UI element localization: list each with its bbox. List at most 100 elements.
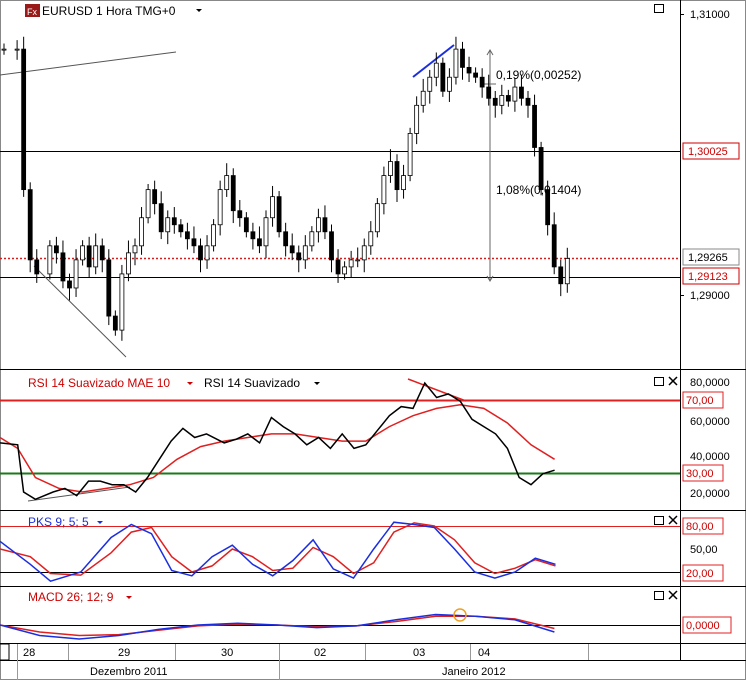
candle-body[interactable] xyxy=(525,97,531,106)
candle-body[interactable] xyxy=(302,245,308,261)
trendline-top-left[interactable] xyxy=(0,51,177,76)
chart-title[interactable]: EURUSD 1 Hora TMG+0 xyxy=(42,4,176,18)
candle-body[interactable] xyxy=(558,266,564,285)
chevron-down-icon[interactable] xyxy=(126,596,132,599)
candle-body[interactable] xyxy=(551,224,557,268)
maximize-icon[interactable] xyxy=(654,4,664,13)
candle-body[interactable] xyxy=(47,245,53,275)
candle-body[interactable] xyxy=(34,259,40,275)
candle-body[interactable] xyxy=(198,245,203,261)
candle-body[interactable] xyxy=(158,203,164,233)
candle-body[interactable] xyxy=(119,273,125,331)
rsi-title-2[interactable]: RSI 14 Suavizado xyxy=(204,376,300,390)
candle-body[interactable] xyxy=(368,231,374,247)
candle-body[interactable] xyxy=(466,66,472,74)
candle-body[interactable] xyxy=(126,252,131,275)
candle-body[interactable] xyxy=(309,231,315,247)
candle-body[interactable] xyxy=(519,86,524,99)
candle-body[interactable] xyxy=(473,72,479,78)
candle-body[interactable] xyxy=(283,231,289,247)
candle-body[interactable] xyxy=(505,95,511,102)
candle-body[interactable] xyxy=(211,224,217,247)
candle-body[interactable] xyxy=(348,259,354,268)
candle-body[interactable] xyxy=(184,231,190,240)
candle-body[interactable] xyxy=(73,259,79,289)
macd-title[interactable]: MACD 26; 12; 9 xyxy=(28,590,114,604)
candle-body[interactable] xyxy=(171,217,177,226)
candle-body[interactable] xyxy=(460,48,465,68)
candle-body[interactable] xyxy=(499,95,505,106)
candle-body[interactable] xyxy=(139,217,144,247)
candle-body[interactable] xyxy=(342,266,348,275)
chevron-down-icon[interactable] xyxy=(187,382,193,385)
rsi-trendline[interactable] xyxy=(27,486,131,502)
candle-body[interactable] xyxy=(427,76,433,92)
candle-body[interactable] xyxy=(106,259,112,317)
candle-body[interactable] xyxy=(289,245,295,254)
trendline-blue-divergence[interactable] xyxy=(412,44,455,78)
candle-body[interactable] xyxy=(479,76,485,88)
pks-title[interactable]: PKS 9; 5; 5 xyxy=(28,515,89,529)
candle-body[interactable] xyxy=(270,196,275,219)
candle-body[interactable] xyxy=(178,224,184,233)
candle-body[interactable] xyxy=(21,48,27,191)
candle-body[interactable] xyxy=(512,86,518,102)
maximize-icon[interactable] xyxy=(654,377,664,386)
candle-body[interactable] xyxy=(60,252,66,282)
candle-body[interactable] xyxy=(54,245,59,254)
candle-body[interactable] xyxy=(165,217,171,233)
candle-body[interactable] xyxy=(237,210,243,219)
maximize-icon[interactable] xyxy=(654,516,664,525)
candle-body[interactable] xyxy=(112,315,118,331)
candle-body[interactable] xyxy=(401,175,406,191)
candle-body[interactable] xyxy=(230,175,236,212)
rsi-title[interactable]: RSI 14 Suavizado MAE 10 xyxy=(28,376,170,390)
candle-body[interactable] xyxy=(1,48,7,51)
candle-body[interactable] xyxy=(486,86,492,99)
candle-body[interactable] xyxy=(93,245,99,268)
candle-body[interactable] xyxy=(532,104,537,148)
candle-body[interactable] xyxy=(296,252,302,261)
candle-body[interactable] xyxy=(361,245,367,261)
candle-body[interactable] xyxy=(250,231,256,240)
candle-body[interactable] xyxy=(263,217,269,247)
candle-body[interactable] xyxy=(433,62,439,78)
candle-body[interactable] xyxy=(257,238,262,247)
candle-body[interactable] xyxy=(276,196,282,233)
candle-body[interactable] xyxy=(27,189,33,261)
maximize-icon[interactable] xyxy=(654,591,664,600)
candle-body[interactable] xyxy=(322,217,328,233)
chevron-down-icon[interactable] xyxy=(97,521,103,524)
candle-body[interactable] xyxy=(388,161,393,176)
chevron-down-icon[interactable] xyxy=(196,9,202,12)
candle-body[interactable] xyxy=(243,217,249,233)
candle-body[interactable] xyxy=(414,104,420,134)
candle-body[interactable] xyxy=(191,238,197,247)
candle-body[interactable] xyxy=(355,259,361,262)
candle-body[interactable] xyxy=(217,189,223,226)
candle-body[interactable] xyxy=(374,203,380,233)
candle-body[interactable] xyxy=(407,133,413,176)
candle-body[interactable] xyxy=(132,245,138,254)
candle-body[interactable] xyxy=(420,90,426,106)
candle-body[interactable] xyxy=(564,258,570,285)
candle-body[interactable] xyxy=(67,280,72,289)
candle-body[interactable] xyxy=(329,231,334,261)
candle-body[interactable] xyxy=(86,245,92,268)
candle-body[interactable] xyxy=(315,217,321,233)
candle-body[interactable] xyxy=(446,76,452,92)
candle-body[interactable] xyxy=(440,62,446,92)
trendline-support[interactable] xyxy=(33,265,127,358)
candle-body[interactable] xyxy=(14,48,20,51)
candle-body[interactable] xyxy=(453,48,459,78)
candle-body[interactable] xyxy=(224,175,230,191)
candle-body[interactable] xyxy=(394,161,400,191)
candle-body[interactable] xyxy=(335,259,341,275)
candle-body[interactable] xyxy=(492,97,498,106)
candle-body[interactable] xyxy=(204,245,210,261)
close-icon[interactable] xyxy=(668,376,678,386)
candle-body[interactable] xyxy=(381,175,387,205)
candle-body[interactable] xyxy=(145,189,151,219)
close-icon[interactable] xyxy=(668,515,678,525)
close-icon[interactable] xyxy=(668,590,678,600)
